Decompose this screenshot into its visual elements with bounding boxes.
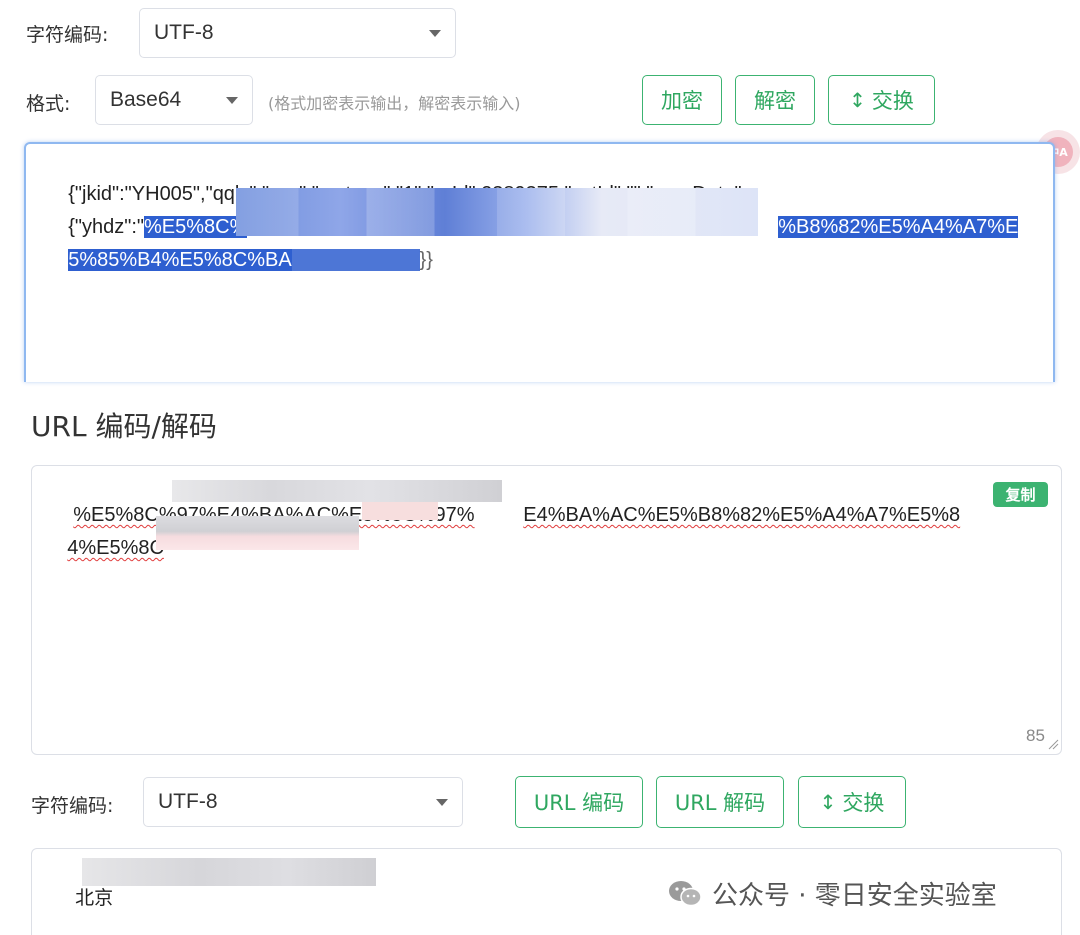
redacted-region-url-1 [172,480,502,502]
resize-handle-icon[interactable] [1047,738,1059,750]
url-encode-button-label: URL 编码 [533,791,625,815]
url-swap-button-label: 交换 [842,791,885,815]
url-textarea[interactable]: %E5%8C%97%E4%BA%AC%E5%8C%97% E4%BA%AC%E5… [31,465,1062,755]
swap-arrows-icon: ↕ [849,88,866,112]
decrypt-button-label: 解密 [754,89,796,113]
redacted-region-url-2 [156,516,359,550]
input-line-3: 5%85%B4%E5%8C%BA }} [46,226,433,295]
swap-arrows-icon: ↕ [819,790,837,814]
url-encode-button[interactable]: URL 编码 [515,776,643,828]
url-charset-select[interactable]: UTF-8 [143,777,463,827]
format-select-value: Base64 [110,88,182,111]
copy-badge-label: 复制 [1005,486,1036,504]
chevron-down-icon [436,799,448,806]
copy-badge[interactable]: 复制 [993,482,1048,507]
input-textarea[interactable]: {"jkid":"YH005","qqly":"xcx","smtype":"1… [24,142,1055,382]
char-count: 85 [1026,726,1045,745]
format-hint: (格式加密表示输出，解密表示输入) [268,94,521,113]
url-line-1-end: E4%BA%AC%E5%B8%82%E5%A4%A7%E5%8 [523,504,961,526]
encrypt-button[interactable]: 加密 [642,75,722,125]
selected-text-end: %B8%82%E5%A4%A7%E [778,216,1019,238]
url-section-title: URL 编码/解码 [31,410,217,443]
encrypt-button-label: 加密 [661,89,703,113]
selected-text-line3: 5%85%B4%E5%8C%BA [68,249,292,271]
swap-button-label: 交换 [871,89,914,113]
wechat-icon [669,880,702,906]
swap-button[interactable]: ↕ 交换 [828,75,935,125]
charset-select-value: UTF-8 [154,21,214,44]
watermark: 公众号 · 零日安全实验室 [668,875,997,912]
url-decode-button-label: URL 解码 [674,791,766,815]
format-select[interactable]: Base64 [95,75,253,125]
decrypt-button[interactable]: 解密 [735,75,815,125]
charset-select[interactable]: UTF-8 [139,8,456,58]
chevron-down-icon [226,97,238,104]
redacted-region-output [82,858,376,886]
input-line-3-tail: }} [419,249,433,271]
url-line-2-start: 4%E5%8C [67,537,164,559]
chevron-down-icon [429,30,441,37]
url-charset-select-value: UTF-8 [158,790,218,813]
url-swap-button[interactable]: ↕ 交换 [798,776,906,828]
format-label: 格式: [26,93,71,115]
url-charset-label: 字符编码: [31,795,114,817]
charset-label: 字符编码: [26,24,109,46]
url-decode-button[interactable]: URL 解码 [656,776,784,828]
input-line-2-tail: %B8%82%E5%A4%A7%E [756,193,1019,262]
watermark-text: 公众号 · 零日安全实验室 [712,881,997,911]
redacted-region-url-1b [362,502,438,520]
